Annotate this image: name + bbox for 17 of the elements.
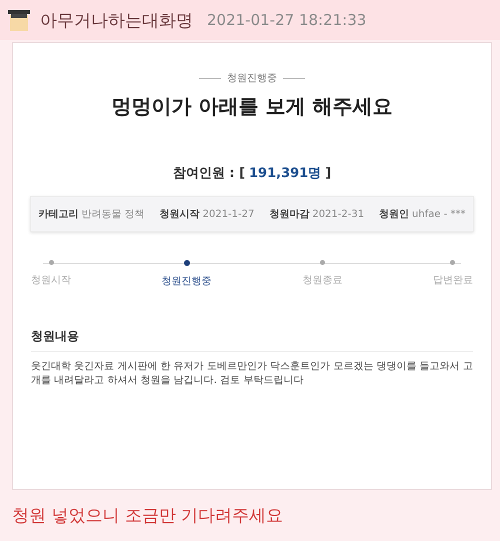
info-item: 청원마감 2021-2-31 bbox=[269, 208, 364, 221]
info-item: 카테고리 반려동물 정책 bbox=[38, 208, 145, 221]
participant-count: 참여인원 : [ 191,391명 ] bbox=[172, 165, 332, 182]
comment-text: 청원 넣었으니 조금만 기다려주세요 bbox=[11, 505, 284, 528]
petition-body: 웃긴대학 웃긴자료 게시판에 한 유저가 도베르만인가 닥스훈트인가 모르겠는 댕댕이를 들고와서 고개를 내려달라고 하셔서 청원을 남깁니다. 검토 부탁드립니다 bbox=[31, 360, 473, 388]
author-name: 아무거나하는대화명 bbox=[40, 10, 193, 32]
step-label: 청원시작 bbox=[31, 274, 71, 287]
info-item: 청원인 uhfae - *** bbox=[379, 208, 466, 221]
avatar-icon bbox=[6, 7, 32, 33]
status-label: 청원진행중 bbox=[227, 72, 277, 85]
step-label: 청원종료 bbox=[302, 274, 342, 287]
section-title: 청원내용 bbox=[31, 328, 473, 352]
timestamp: 2021-01-27 18:21:33 bbox=[207, 11, 366, 29]
info-item: 청원시작 2021-1-27 bbox=[160, 208, 254, 221]
step-label: 답변완료 bbox=[432, 274, 473, 287]
step-label: 청원진행중 bbox=[162, 275, 212, 288]
petition-title: 멍멍이가 아래를 보게 해주세요 bbox=[112, 93, 392, 120]
